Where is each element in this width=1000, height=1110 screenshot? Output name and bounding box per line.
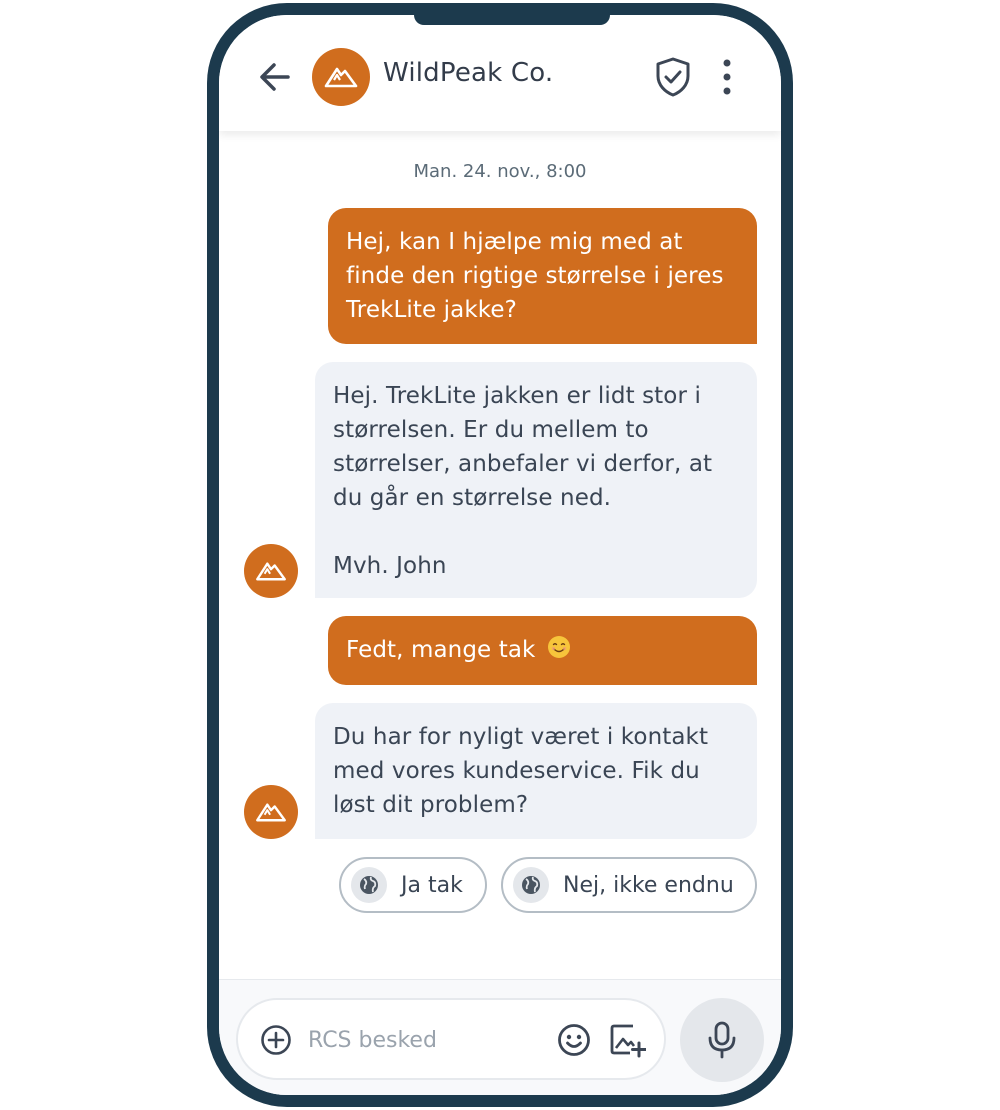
message-text: Fedt, mange tak — [346, 637, 536, 663]
more-options-button[interactable] — [713, 55, 741, 99]
chip-label: Ja tak — [401, 872, 463, 898]
suggestion-chip-nej-ikke-endnu[interactable]: Nej, ikke endnu — [501, 857, 757, 913]
sender-avatar — [244, 544, 298, 598]
chat-header: WildPeak Co. — [219, 15, 781, 131]
smiling-face-emoji — [547, 636, 570, 658]
message-input[interactable] — [308, 1022, 548, 1058]
incoming-message[interactable]: Hej. TrekLite jakken er lidt stor i stør… — [315, 362, 757, 598]
mountain-icon — [256, 562, 286, 581]
message-text: Hej. TrekLite jakken er lidt stor i stør… — [333, 383, 713, 511]
incoming-message[interactable]: Du har for nyligt været i kontakt med vo… — [315, 703, 757, 839]
outgoing-message[interactable]: Hej, kan I hjælpe mig med at finde den r… — [328, 208, 757, 344]
message-signature: Mvh. John — [333, 553, 447, 579]
back-button[interactable] — [255, 57, 295, 97]
add-image-button[interactable] — [608, 1021, 647, 1059]
more-vertical-icon — [723, 59, 731, 95]
mountain-icon — [256, 803, 286, 822]
message-text: Du har for nyligt været i kontakt med vo… — [333, 724, 709, 818]
add-image-icon — [610, 1024, 647, 1058]
microphone-icon — [708, 1021, 736, 1059]
verified-button[interactable] — [651, 55, 695, 99]
phone-frame: WildPeak Co. Man. 24. nov., 8:00 Hej, ka… — [207, 3, 793, 1107]
phone-screen: WildPeak Co. Man. 24. nov., 8:00 Hej, ka… — [219, 15, 781, 1095]
suggestion-chip-ja-tak[interactable]: Ja tak — [339, 857, 487, 913]
globe-icon — [351, 867, 387, 903]
message-date: Man. 24. nov., 8:00 — [413, 161, 587, 182]
globe-icon — [513, 867, 549, 903]
arrow-left-icon — [260, 63, 290, 91]
add-attachment-button[interactable] — [260, 1024, 292, 1056]
emoji-button[interactable] — [556, 1022, 592, 1058]
verified-shield-icon — [656, 57, 690, 97]
message-input-container — [236, 998, 666, 1080]
plus-circle-icon — [261, 1025, 291, 1055]
sender-avatar — [244, 785, 298, 839]
brand-logo[interactable] — [312, 48, 370, 106]
chip-label: Nej, ikke endnu — [563, 872, 734, 898]
message-text: Hej, kan I hjælpe mig med at finde den r… — [346, 229, 724, 323]
emoji-icon — [558, 1024, 590, 1056]
outgoing-message[interactable]: Fedt, mange tak — [328, 616, 757, 685]
microphone-button[interactable] — [680, 998, 764, 1082]
mountain-icon — [324, 67, 358, 88]
message-composer — [219, 979, 781, 1095]
brand-name: WildPeak Co. — [383, 58, 554, 88]
phone-notch — [414, 15, 610, 25]
